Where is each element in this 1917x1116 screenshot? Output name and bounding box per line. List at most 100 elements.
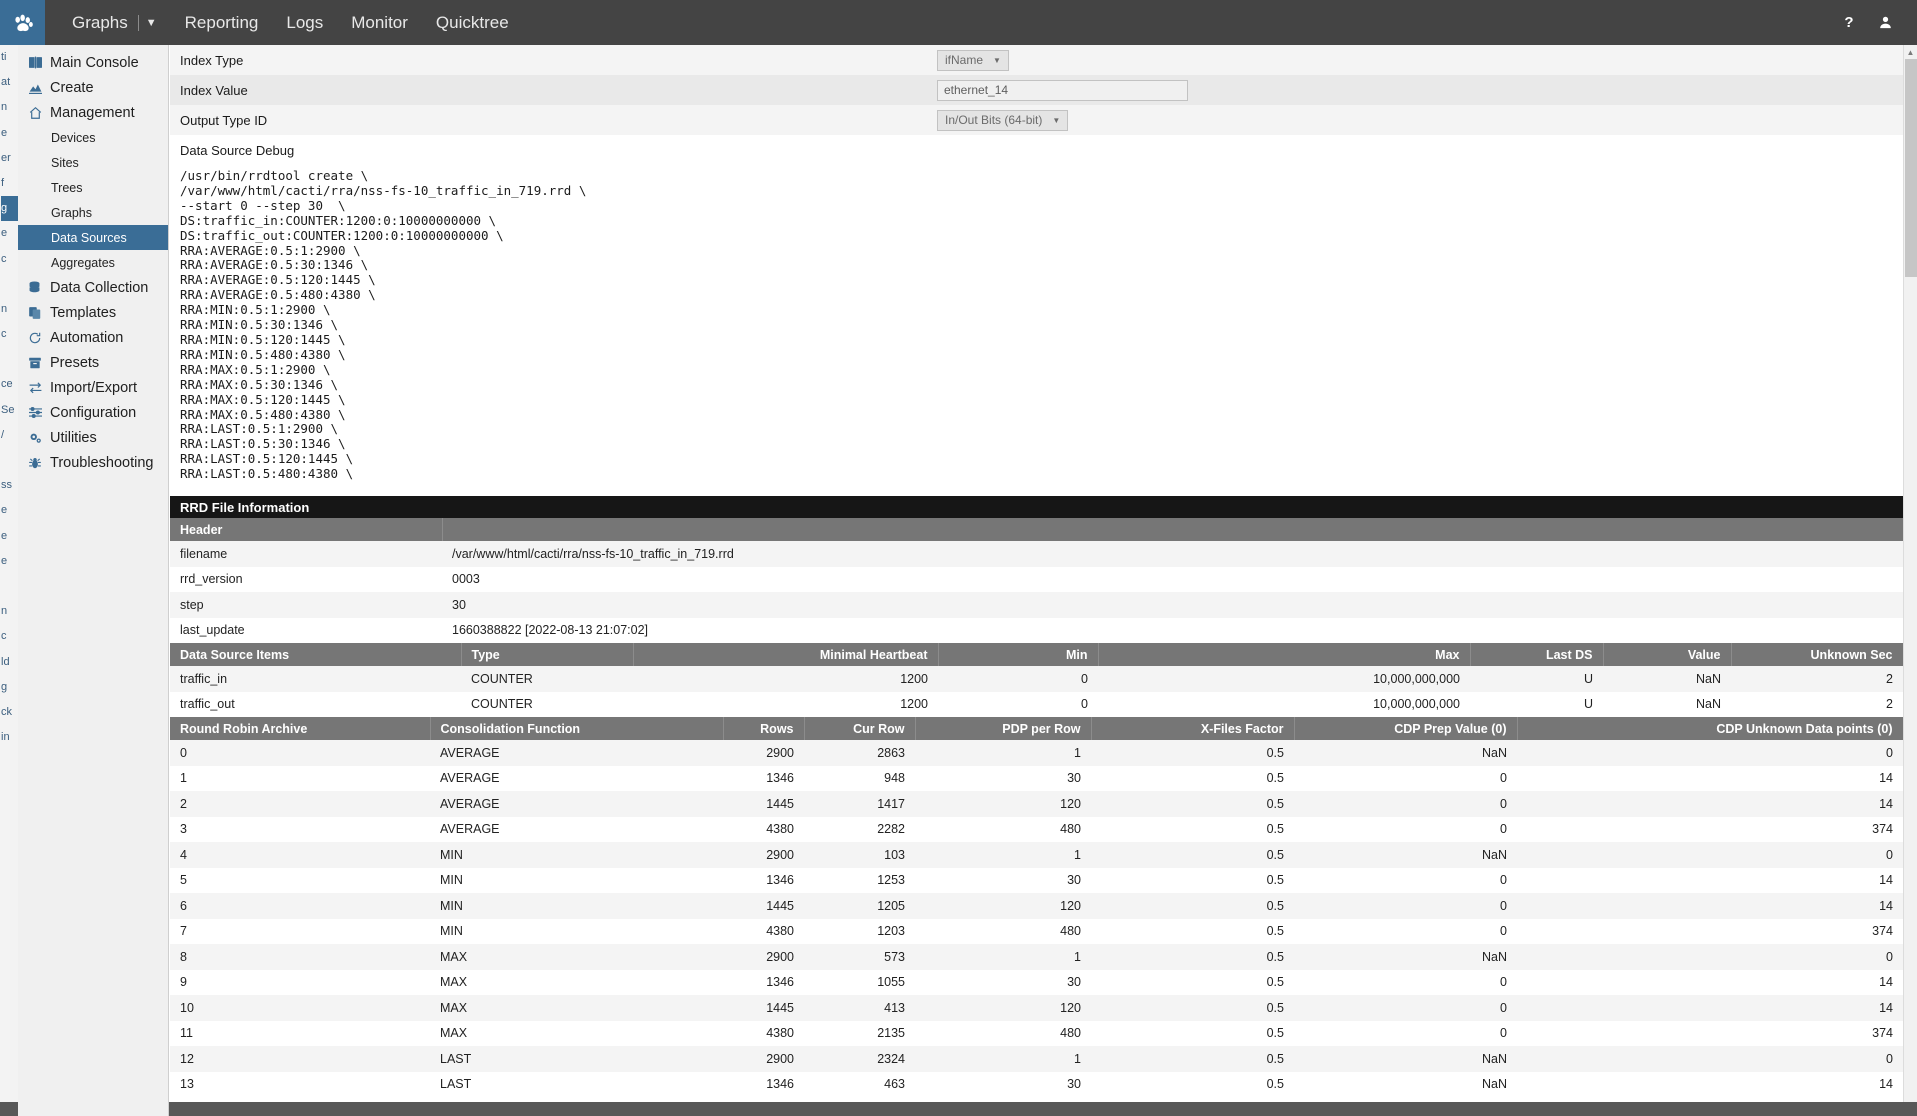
index-value-label: Index Value (180, 82, 248, 98)
sidebar-item-sites[interactable]: Sites (18, 150, 168, 175)
output-type-id-select[interactable]: In/Out Bits (64-bit) ▼ (937, 109, 1069, 131)
bg-menu-sliver-item: ce (1, 378, 13, 391)
horizontal-scrollbar[interactable] (0, 1102, 1917, 1116)
column-header[interactable]: Unknown Sec (1731, 643, 1903, 667)
table-cell: 1205 (804, 893, 915, 919)
nav-graphs-chevron-down-icon[interactable]: ▼ (134, 0, 171, 45)
table-cell: 14 (1517, 995, 1903, 1021)
vertical-scrollbar-thumb[interactable] (1905, 59, 1917, 277)
rrd-header-col-header[interactable]: Header (170, 518, 443, 542)
table-cell: 12 (170, 1046, 430, 1072)
table-cell: 463 (804, 1071, 915, 1098)
round-robin-archive-head: Round Robin Archive Consolidation Functio… (170, 717, 1903, 741)
table-cell: 1346 (723, 867, 804, 894)
sidebar-item-automation[interactable]: Automation (18, 325, 168, 350)
column-header[interactable]: Max (1098, 643, 1471, 667)
archive-icon (28, 356, 50, 370)
column-header[interactable]: Minimal Heartbeat (633, 643, 939, 667)
form-row-output-type-id: Output Type ID In/Out Bits (64-bit) ▼ (170, 105, 1903, 135)
column-header[interactable]: Type (461, 643, 634, 667)
index-value-input[interactable]: ethernet_14 (937, 79, 1188, 101)
table-row: 3 AVERAGE 4380 2282 480 0.5 0 374 (170, 816, 1903, 843)
help-icon[interactable]: ? (1831, 0, 1867, 45)
index-type-value: ifName (945, 53, 984, 67)
sidebar-item-create[interactable]: Create (18, 75, 168, 100)
rrd-header-value: 30 (442, 592, 1903, 618)
sidebar-item-aggregates[interactable]: Aggregates (18, 250, 168, 275)
table-cell: 480 (915, 1020, 1091, 1047)
bg-menu-sliver-item: c (1, 328, 7, 341)
sidebar-item-presets[interactable]: Presets (18, 350, 168, 375)
nav-item-logs[interactable]: Logs (272, 0, 337, 45)
sidebar-item-devices[interactable]: Devices (18, 125, 168, 150)
nav-item-monitor[interactable]: Monitor (337, 0, 422, 45)
table-cell: 0 (1517, 1046, 1903, 1072)
column-header[interactable]: Value (1603, 643, 1732, 667)
nav-item-quicktree-label: Quicktree (435, 12, 509, 32)
column-header[interactable]: Last DS (1470, 643, 1604, 667)
table-row: 4 MIN 2900 103 1 0.5 NaN 0 (170, 842, 1903, 868)
sidebar-item-management[interactable]: Management (18, 100, 168, 125)
table-cell: 0.5 (1091, 816, 1294, 843)
column-header[interactable]: Min (938, 643, 1099, 667)
sidebar-item-data-sources[interactable]: Data Sources (18, 225, 168, 250)
column-header[interactable]: Data Source Items (170, 643, 462, 667)
rrd-header-col-value[interactable] (442, 518, 1903, 542)
table-cell: MIN (430, 842, 723, 868)
nav-item-quicktree[interactable]: Quicktree (422, 0, 523, 45)
user-icon[interactable] (1867, 0, 1903, 45)
table-cell: 0.5 (1091, 791, 1294, 817)
database-icon (28, 280, 50, 295)
table-cell: MAX (430, 969, 723, 996)
table-cell: 0 (1294, 765, 1517, 792)
table-cell: 1417 (804, 791, 915, 817)
data-source-items-table: Data Source Items Type Minimal Heartbeat Mi… (170, 643, 1903, 718)
column-header[interactable]: Rows (723, 717, 805, 741)
sidebar-item-graphs[interactable]: Graphs (18, 200, 168, 225)
sidebar-item-import-export[interactable]: Import/Export (18, 375, 168, 400)
table-cell: 0 (938, 666, 1098, 692)
home-icon (28, 106, 50, 120)
table-cell: 120 (915, 791, 1091, 817)
scroll-up-arrow-icon[interactable]: ▲ (1904, 45, 1917, 59)
sidebar-item-utilities[interactable]: Utilities (18, 425, 168, 450)
sidebar-item-data-collection[interactable]: Data Collection (18, 275, 168, 300)
nav-item-reporting[interactable]: Reporting (171, 0, 273, 45)
table-cell: 10 (170, 995, 430, 1021)
table-cell: 1 (915, 740, 1091, 766)
nav-item-reporting-label: Reporting (184, 12, 259, 32)
sidebar-item-label: Devices (51, 130, 96, 145)
table-cell: 30 (915, 969, 1091, 996)
sidebar-item-main-console[interactable]: Main Console (18, 50, 168, 75)
table-cell: 14 (1517, 765, 1903, 792)
sidebar-item-templates[interactable]: Templates (18, 300, 168, 325)
column-header[interactable]: PDP per Row (915, 717, 1092, 741)
table-cell: 2900 (723, 944, 804, 970)
table-cell: 1200 (633, 691, 938, 718)
table-cell: 480 (915, 918, 1091, 945)
table-cell: 374 (1517, 918, 1903, 945)
table-row: 2 AVERAGE 1445 1417 120 0.5 0 14 (170, 791, 1903, 817)
column-header[interactable]: CDP Unknown Data points (0) (1517, 717, 1903, 741)
column-header[interactable]: Round Robin Archive (170, 717, 431, 741)
column-header[interactable]: X-Files Factor (1091, 717, 1295, 741)
table-cell: 13 (170, 1071, 430, 1098)
table-row: 8 MAX 2900 573 1 0.5 NaN 0 (170, 944, 1903, 970)
sidebar-item-label: Automation (50, 329, 124, 346)
table-cell: MIN (430, 893, 723, 919)
column-header[interactable]: Cur Row (804, 717, 916, 741)
table-cell: NaN (1294, 1071, 1517, 1098)
table-cell: U (1470, 666, 1603, 692)
table-cell: NaN (1603, 666, 1731, 692)
table-cell: 4380 (723, 816, 804, 843)
vertical-scrollbar[interactable]: ▲ ▼ (1903, 45, 1917, 1116)
sidebar-item-configuration[interactable]: Configuration (18, 400, 168, 425)
column-header[interactable]: Consolidation Function (430, 717, 724, 741)
nav-item-graphs[interactable]: Graphs (58, 0, 134, 45)
sidebar-item-trees[interactable]: Trees (18, 175, 168, 200)
paw-icon[interactable] (0, 0, 45, 45)
sidebar-item-troubleshooting[interactable]: Troubleshooting (18, 450, 168, 475)
column-header[interactable]: CDP Prep Value (0) (1294, 717, 1518, 741)
table-cell: 103 (804, 842, 915, 868)
index-type-select[interactable]: ifName ▼ (937, 49, 1009, 71)
